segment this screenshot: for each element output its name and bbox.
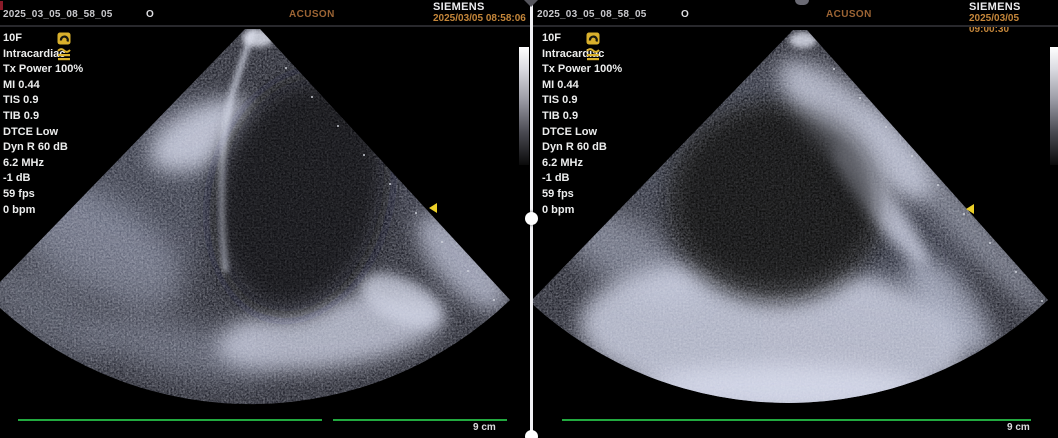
probe-orientation-icon	[57, 32, 71, 45]
imaging-param: 10F	[542, 31, 622, 47]
image-texture-shape	[58, 58, 70, 60]
imaging-param: -1 dB	[3, 171, 83, 187]
scale-dot	[859, 97, 861, 99]
imaging-param: MI 0.44	[542, 78, 622, 94]
imaging-param: -1 dB	[542, 171, 622, 187]
grayscale-bar	[519, 47, 529, 165]
depth-label: 9 cm	[1007, 422, 1030, 433]
acquisition-datetime: 2025/03/05 09:00:30	[969, 13, 1058, 35]
imaging-param: 59 fps	[3, 187, 83, 203]
ultrasound-panel-right[interactable]: 2025_03_05_08_58_05 O ACUSON SIEMENS 202…	[529, 0, 1058, 438]
imaging-param: Tx Power 100%	[542, 62, 622, 78]
imaging-param: 0 bpm	[3, 203, 83, 219]
scale-dot	[1041, 300, 1043, 302]
image-texture-shape	[677, 108, 877, 288]
status-icon-column	[57, 32, 73, 64]
focus-marker-icon	[429, 203, 437, 213]
scale-dot	[415, 212, 417, 214]
scale-dot	[885, 126, 887, 128]
probe-orientation-icon	[586, 32, 600, 45]
imaging-param: DTCE Low	[542, 125, 622, 141]
corner-artifact-mark	[0, 1, 3, 10]
system-name-label: ACUSON	[826, 9, 872, 20]
scale-dot	[337, 125, 339, 127]
imaging-param: Dyn R 60 dB	[3, 140, 83, 156]
imaging-param: TIB 0.9	[542, 109, 622, 125]
imaging-param: Tx Power 100%	[3, 62, 83, 78]
imaging-param: 0 bpm	[542, 203, 622, 219]
image-texture-shape	[587, 49, 599, 52]
clip-filename: 2025_03_05_08_58_05	[3, 9, 112, 20]
imaging-param: 59 fps	[542, 187, 622, 203]
depth-line	[562, 419, 1031, 421]
system-name-label: ACUSON	[289, 9, 335, 20]
scale-dot	[833, 68, 835, 70]
divider-handle[interactable]	[525, 212, 538, 225]
depth-line	[18, 419, 322, 421]
imaging-param: 6.2 MHz	[3, 156, 83, 172]
image-texture-shape	[587, 58, 599, 60]
orientation-mark: O	[681, 9, 689, 20]
header-separator	[0, 25, 1058, 27]
depth-label: 9 cm	[473, 422, 496, 433]
scale-dot	[441, 241, 443, 243]
scale-dot	[989, 242, 991, 244]
scale-dot	[493, 299, 495, 301]
clip-filename: 2025_03_05_08_58_05	[537, 9, 646, 20]
image-texture-shape	[58, 54, 70, 56]
image-texture-shape	[58, 49, 70, 52]
focus-marker-icon	[966, 204, 974, 214]
imaging-param: Intracardiac	[542, 47, 622, 63]
imaging-param: 6.2 MHz	[542, 156, 622, 172]
scale-dot	[911, 155, 913, 157]
scale-dot	[285, 67, 287, 69]
imaging-param: DTCE Low	[3, 125, 83, 141]
scale-dot	[937, 184, 939, 186]
image-texture-shape	[587, 54, 599, 56]
scale-dot	[963, 213, 965, 215]
imaging-param: TIS 0.9	[542, 93, 622, 109]
depth-line	[333, 419, 507, 421]
scale-dot	[467, 270, 469, 272]
acquisition-datetime: 2025/03/05 08:58:06	[433, 13, 526, 24]
imaging-param: Dyn R 60 dB	[542, 140, 622, 156]
imaging-parameter-list: 10FIntracardiacTx Power 100%MI 0.44TIS 0…	[542, 31, 622, 218]
vendor-logo: SIEMENS	[433, 1, 485, 13]
imaging-param: MI 0.44	[3, 78, 83, 94]
imaging-param: TIB 0.9	[3, 109, 83, 125]
imaging-param: TIS 0.9	[3, 93, 83, 109]
orientation-mark: O	[146, 9, 154, 20]
status-icon-column	[586, 32, 602, 64]
grayscale-bar	[1050, 47, 1058, 165]
image-enhance-icon	[57, 47, 71, 62]
image-enhance-icon	[586, 47, 600, 62]
divider-handle-bottom[interactable]	[525, 430, 538, 438]
vendor-logo: SIEMENS	[969, 1, 1021, 13]
scale-dot	[311, 96, 313, 98]
ultrasound-dual-review-screen: 2025_03_05_08_58_05 O ACUSON SIEMENS 202…	[0, 0, 1058, 438]
scale-dot	[1015, 271, 1017, 273]
ultrasound-panel-left[interactable]: 2025_03_05_08_58_05 O ACUSON SIEMENS 202…	[0, 0, 529, 438]
scale-dot	[363, 154, 365, 156]
divider-notch-icon	[524, 0, 538, 7]
scale-dot	[389, 183, 391, 185]
